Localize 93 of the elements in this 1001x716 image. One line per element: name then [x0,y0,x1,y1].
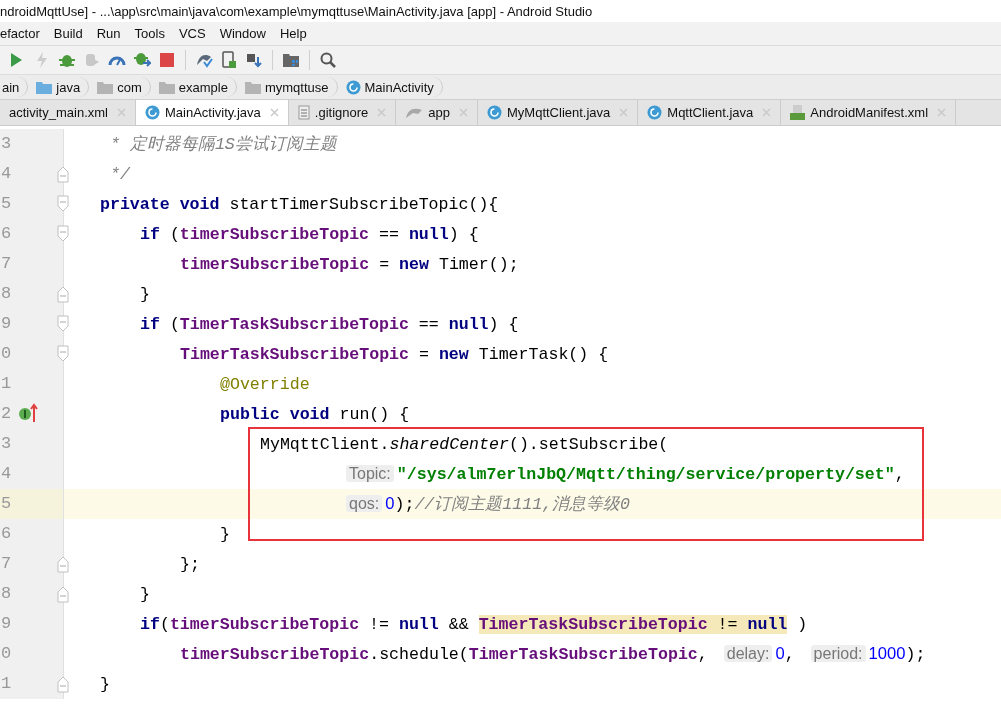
code-line: }; [179,554,200,574]
phone-icon[interactable] [220,51,238,69]
class-icon [345,79,361,95]
code-line: TimerTaskSubscribeTopic = new TimerTask() { [179,344,609,364]
editor-tab[interactable]: AndroidManifest.xml [781,100,957,125]
line-number: 3 [1,134,12,153]
breadcrumb-item[interactable]: MainActivity [343,77,443,97]
line-number: 5 [1,194,12,213]
line-number: 4 [1,464,12,483]
close-icon[interactable] [377,108,387,117]
code-line: if (TimerTaskSubscribeTopic == null) { [139,314,519,334]
line-number: 0 [1,344,12,363]
folder-icon [97,80,114,94]
code-line: if (timerSubscribeTopic == null) { [139,224,479,244]
editor-tab[interactable]: MyMqttClient.java [478,100,639,125]
code-line: Topic: "/sys/alm7erlnJbQ/Mqtt/thing/service/property/set", [64,464,905,484]
class-icon [647,105,663,120]
manifest-icon [790,105,806,120]
code-line: } [99,674,110,694]
code-line: } [139,284,150,304]
breadcrumb-item[interactable]: com [95,77,151,97]
line-number: 9 [1,614,12,633]
code-line: MyMqttClient.sharedCenter().setSubscribe( [259,434,669,454]
search-icon[interactable] [319,51,337,69]
code-line: timerSubscribeTopic = new Timer(); [179,254,519,274]
code-line: @Override [219,374,310,394]
breadcrumb-item[interactable]: mymqttuse [242,77,338,97]
line-number: 4 [1,164,12,183]
code-line: qos: 0);//订阅主题1111,消息等级0 [64,493,631,515]
breadcrumb-item[interactable]: java [34,77,90,97]
code-line: private void startTimerSubscribeTopic(){ [99,194,499,214]
module-icon [405,106,424,119]
window-title: ndroidMqttUse] - ...\app\src\main\java\com\example\mymqttuse\MainActivity.java [app] - Android Studio [0,3,593,19]
line-number: 7 [1,554,12,573]
fold-icon[interactable] [57,285,69,303]
download-icon[interactable] [245,51,263,69]
close-icon[interactable] [269,108,279,117]
line-number: 1 [1,674,12,693]
close-icon[interactable] [459,108,468,117]
code-line: } [139,584,150,604]
breadcrumb-item[interactable]: ain [0,77,29,97]
code-line: timerSubscribeTopic.schedule(TimerTaskSubscribeTopic, delay: 0, period: 1000); [179,644,926,664]
code-line: */ [109,164,130,184]
fold-icon[interactable] [57,225,69,243]
bug-arrow-icon[interactable] [133,51,151,69]
line-number: 0 [1,644,12,663]
line-number: 2 [1,404,12,423]
fold-icon[interactable] [57,195,69,213]
folder-grid-icon[interactable] [282,51,300,69]
menu-item[interactable]: Build [53,26,83,41]
line-number: 3 [1,434,12,453]
fold-icon[interactable] [57,345,69,363]
class-icon [144,105,160,120]
editor-tab[interactable]: .gitignore [288,100,397,125]
code-line: if(timerSubscribeTopic != null && TimerTaskSubscribeTopic != null ) [139,614,808,634]
close-icon[interactable] [937,108,947,117]
class-icon [487,105,502,120]
line-number: 7 [1,254,12,273]
line-number: 1 [1,374,12,393]
fold-icon[interactable] [57,675,69,693]
text-file-icon [297,105,310,120]
menu-item[interactable]: Window [219,26,266,41]
folder-icon [36,80,53,94]
editor-tab[interactable]: app [396,100,478,125]
close-icon[interactable] [762,108,772,117]
fold-icon[interactable] [57,585,69,603]
line-number: 6 [1,524,12,543]
folder-icon [244,80,261,94]
menu-item[interactable]: Tools [134,26,165,41]
editor-tab[interactable]: MainActivity.java [135,100,289,125]
menu-item[interactable]: Run [96,26,121,41]
code-line: * 定时器每隔1S尝试订阅主题 [109,134,337,155]
breadcrumb-item[interactable]: example [156,77,237,97]
line-number: 5 [1,494,12,513]
close-icon[interactable] [619,108,629,117]
code-line: public void run() { [219,404,410,424]
folder-icon [158,80,175,94]
close-icon[interactable] [116,108,126,117]
editor-tab[interactable]: MqttClient.java [638,100,782,125]
menu-item[interactable]: Help [279,26,307,41]
line-number: 8 [1,284,12,303]
stop-icon[interactable] [158,51,176,69]
fold-icon[interactable] [57,555,69,573]
override-marker-icon[interactable] [18,403,40,423]
fold-icon[interactable] [57,165,69,183]
editor-tab[interactable]: activity_main.xml [0,100,136,125]
line-number: 6 [1,224,12,243]
code-line: } [219,524,230,544]
fold-icon[interactable] [57,315,69,333]
menu-item[interactable]: efactor [0,26,40,41]
line-number: 9 [1,314,12,333]
menu-item[interactable]: VCS [178,26,206,41]
line-number: 8 [1,584,12,603]
